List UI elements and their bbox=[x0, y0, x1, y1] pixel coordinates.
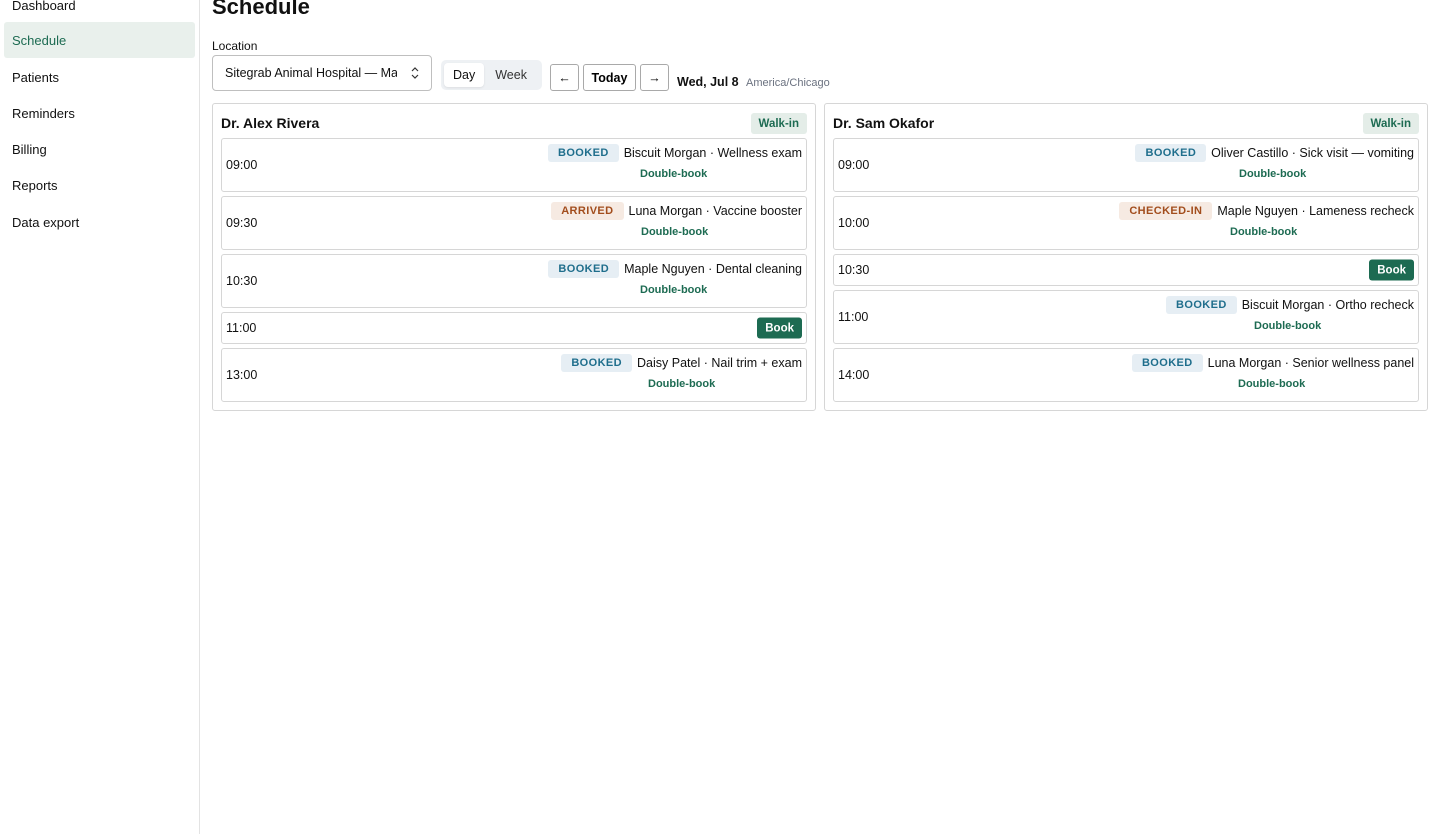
doctor-name: Dr. Sam Okafor bbox=[833, 115, 935, 131]
schedule-slot: 10:30 BOOKED Maple Nguyen · Dental clean… bbox=[221, 254, 807, 308]
schedule-slot: 09:00 BOOKED Biscuit Morgan · Wellness e… bbox=[221, 138, 807, 192]
slot-time: 09:00 bbox=[226, 158, 258, 172]
double-book-link[interactable]: Double-book bbox=[1230, 226, 1297, 238]
appointment-desc: Biscuit Morgan · Wellness exam bbox=[623, 146, 802, 160]
schedule-slot: 09:00 BOOKED Oliver Castillo · Sick visi… bbox=[833, 138, 1419, 192]
prev-day-button[interactable]: ← bbox=[550, 64, 579, 91]
slot-time: 13:00 bbox=[226, 368, 258, 382]
appointment: BOOKED Luna Morgan · Senior wellness pan… bbox=[1131, 354, 1414, 372]
location-select[interactable]: Sitegrab Animal Hospital — Main bbox=[212, 55, 432, 91]
view-toggle: Day Week bbox=[441, 60, 542, 90]
schedule-slot: 11:00 Book bbox=[221, 312, 807, 344]
double-book-link[interactable]: Double-book bbox=[648, 378, 715, 390]
slot-time: 09:30 bbox=[226, 216, 258, 230]
double-book-link[interactable]: Double-book bbox=[1239, 168, 1306, 180]
appointment: CHECKED-IN Maple Nguyen · Lameness reche… bbox=[1119, 202, 1414, 220]
status-badge: BOOKED bbox=[548, 144, 619, 162]
double-book-link[interactable]: Double-book bbox=[641, 226, 708, 238]
double-book-link[interactable]: Double-book bbox=[640, 168, 707, 180]
status-badge: BOOKED bbox=[548, 260, 620, 278]
double-book-link[interactable]: Double-book bbox=[1238, 378, 1305, 390]
status-badge: CHECKED-IN bbox=[1119, 202, 1213, 220]
slot-time: 11:00 bbox=[838, 310, 869, 324]
doctor-column-rivera: Dr. Alex Rivera Walk-in 09:00 BOOKED Bis… bbox=[212, 103, 816, 411]
appointment-desc: Maple Nguyen · Lameness recheck bbox=[1217, 204, 1414, 218]
today-button[interactable]: Today bbox=[583, 64, 636, 91]
appointment-desc: Biscuit Morgan · Ortho recheck bbox=[1241, 298, 1414, 312]
page-title: Schedule bbox=[212, 0, 310, 19]
location-label: Location bbox=[212, 39, 258, 53]
walk-in-button[interactable]: Walk-in bbox=[750, 113, 807, 134]
schedule-slot: 10:00 CHECKED-IN Maple Nguyen · Lameness… bbox=[833, 196, 1419, 250]
double-book-link[interactable]: Double-book bbox=[640, 284, 707, 296]
book-button[interactable]: Book bbox=[757, 317, 802, 339]
slot-time: 10:30 bbox=[226, 274, 258, 288]
appointment-desc: Luna Morgan · Vaccine booster bbox=[628, 204, 802, 218]
schedule-slot: 13:00 BOOKED Daisy Patel · Nail trim + e… bbox=[221, 348, 807, 402]
appointment: BOOKED Maple Nguyen · Dental cleaning bbox=[548, 260, 802, 278]
slot-time: 14:00 bbox=[838, 368, 870, 382]
appointment-desc: Oliver Castillo · Sick visit — vomiting bbox=[1211, 146, 1414, 160]
walk-in-button[interactable]: Walk-in bbox=[1362, 113, 1419, 134]
double-book-link[interactable]: Double-book bbox=[1254, 320, 1321, 332]
sidebar-item-dashboard[interactable]: Dashboard bbox=[4, 0, 195, 23]
status-badge: BOOKED bbox=[1131, 354, 1203, 372]
sidebar-item-reminders[interactable]: Reminders bbox=[4, 95, 195, 131]
sidebar: Dashboard Schedule Patients Reminders Bi… bbox=[0, 0, 200, 834]
schedule-slot: 11:00 BOOKED Biscuit Morgan · Ortho rech… bbox=[833, 290, 1419, 344]
chevron-updown-icon bbox=[411, 66, 419, 80]
status-badge: BOOKED bbox=[1135, 144, 1207, 162]
appointment: BOOKED Oliver Castillo · Sick visit — vo… bbox=[1135, 144, 1414, 162]
sidebar-item-billing[interactable]: Billing bbox=[4, 131, 195, 167]
appointment: BOOKED Biscuit Morgan · Wellness exam bbox=[548, 144, 802, 162]
slot-time: 11:00 bbox=[226, 321, 257, 335]
appointment-desc: Luna Morgan · Senior wellness panel bbox=[1207, 356, 1414, 370]
sidebar-item-schedule[interactable]: Schedule bbox=[4, 22, 195, 58]
status-badge: BOOKED bbox=[561, 354, 633, 372]
appointment-desc: Maple Nguyen · Dental cleaning bbox=[624, 262, 802, 276]
status-badge: ARRIVED bbox=[551, 202, 624, 220]
status-badge: BOOKED bbox=[1166, 296, 1237, 314]
tab-week[interactable]: Week bbox=[486, 63, 536, 87]
appointment: ARRIVED Luna Morgan · Vaccine booster bbox=[551, 202, 802, 220]
next-day-button[interactable]: → bbox=[640, 64, 669, 91]
sidebar-item-data-export[interactable]: Data export bbox=[4, 204, 195, 240]
timezone-label: America/Chicago bbox=[746, 77, 830, 89]
sidebar-item-reports[interactable]: Reports bbox=[4, 167, 195, 203]
sidebar-item-patients[interactable]: Patients bbox=[4, 59, 195, 95]
slot-time: 10:30 bbox=[838, 263, 870, 277]
slot-time: 09:00 bbox=[838, 158, 870, 172]
schedule-slot: 09:30 ARRIVED Luna Morgan · Vaccine boos… bbox=[221, 196, 807, 250]
tab-day[interactable]: Day bbox=[444, 63, 485, 87]
schedule-slot: 14:00 BOOKED Luna Morgan · Senior wellne… bbox=[833, 348, 1419, 402]
doctor-column-okafor: Dr. Sam Okafor Walk-in 09:00 BOOKED Oliv… bbox=[824, 103, 1428, 411]
book-button[interactable]: Book bbox=[1369, 259, 1414, 281]
appointment-desc: Daisy Patel · Nail trim + exam bbox=[637, 356, 802, 370]
schedule-slot: 10:30 Book bbox=[833, 254, 1419, 286]
appointment: BOOKED Biscuit Morgan · Ortho recheck bbox=[1166, 296, 1414, 314]
doctor-name: Dr. Alex Rivera bbox=[221, 115, 320, 131]
current-date: Wed, Jul 8 bbox=[677, 75, 739, 89]
location-select-value: Sitegrab Animal Hospital — Main bbox=[225, 66, 397, 80]
appointment: BOOKED Daisy Patel · Nail trim + exam bbox=[561, 354, 802, 372]
slot-time: 10:00 bbox=[838, 216, 870, 230]
